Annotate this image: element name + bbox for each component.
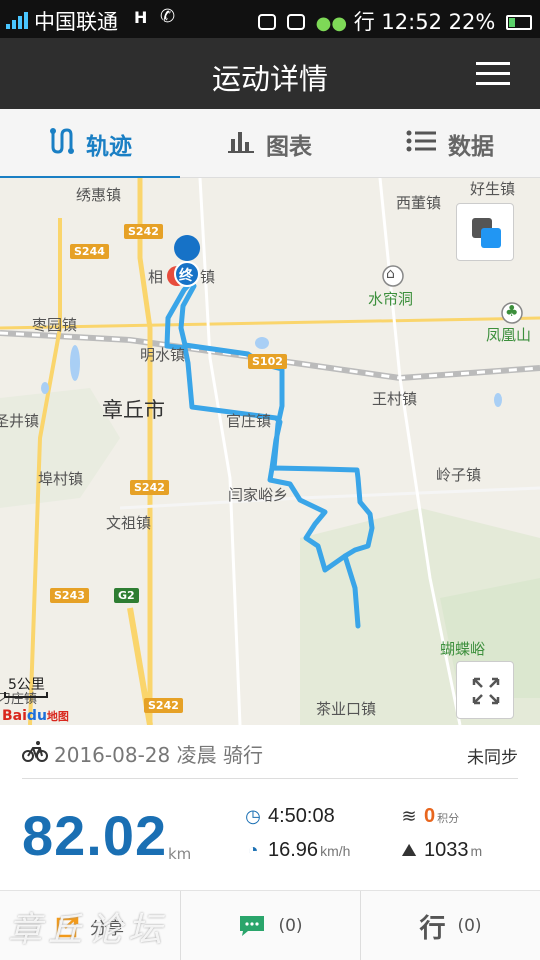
- watermark-logo: 章丘论坛: [8, 910, 168, 950]
- total-distance: 82.02: [22, 804, 168, 867]
- museum-icon: ⌂: [386, 266, 395, 282]
- speed-unit: km/h: [320, 843, 351, 859]
- app-header: 运动详情: [0, 38, 540, 109]
- speed-stat: ◔ 16.96 km/h: [242, 839, 351, 862]
- map-label: 茶业口镇: [316, 700, 377, 718]
- points-unit: 积分: [437, 813, 460, 825]
- map-label: 岭子镇: [436, 466, 482, 484]
- tab-track[interactable]: 轨迹: [0, 109, 180, 179]
- map-label: 圣井镇: [0, 412, 40, 430]
- tab-track-label: 轨迹: [86, 133, 132, 160]
- map-label: 好生镇: [470, 180, 516, 198]
- speedometer-icon: ◔: [247, 840, 259, 860]
- signal-icon: [6, 11, 30, 29]
- road-badge: S242: [124, 224, 163, 239]
- battery-percent: 22%: [448, 10, 496, 34]
- map-scale-bar: [4, 692, 48, 698]
- distance-unit: km: [168, 845, 192, 863]
- nfc-icon: ✆: [160, 6, 176, 27]
- status-extra: 行: [353, 10, 375, 34]
- tab-data-label: 数据: [448, 133, 494, 160]
- map-scale-label: 5公里: [8, 677, 45, 693]
- map-label: 绣惠镇: [76, 186, 122, 204]
- map-label: 凤凰山: [486, 326, 532, 344]
- fullscreen-button[interactable]: [456, 661, 514, 719]
- elevation-unit: m: [470, 843, 483, 859]
- route-map[interactable]: 终 ⌂ ♣ 绣惠镇 西董镇 好生镇 相 镇 水帘洞 凤凰山 枣园镇 明水镇 章丘…: [0, 178, 540, 725]
- road-badge: G2: [114, 588, 139, 603]
- end-marker-label: 终: [179, 268, 193, 284]
- tab-chart-label: 图表: [266, 133, 312, 160]
- like-count: (0): [457, 916, 482, 936]
- like-icon: 行: [419, 913, 446, 944]
- map-label: 相: [148, 268, 164, 286]
- tab-data[interactable]: 数据: [360, 109, 540, 178]
- page-title: 运动详情: [211, 62, 328, 96]
- list-icon: [406, 130, 436, 158]
- map-label: 西董镇: [396, 194, 442, 212]
- comment-button[interactable]: (0): [180, 891, 360, 960]
- activity-date: 2016-08-28 凌晨 骑行: [54, 743, 263, 767]
- tree-icon: ♣: [505, 302, 519, 320]
- clock: 12:52: [381, 10, 442, 34]
- map-label: 枣园镇: [32, 316, 78, 334]
- map-label: 镇: [200, 268, 216, 286]
- mountain-icon: ⛰: [401, 840, 417, 860]
- wechat-icon: ●●: [315, 13, 348, 34]
- status-right: ●● 行 12:52 22%: [258, 6, 532, 36]
- fullscreen-icon: [472, 677, 500, 705]
- track-icon: [48, 127, 74, 161]
- battery-icon: [506, 15, 532, 30]
- hamburger-menu-icon[interactable]: [476, 62, 510, 86]
- tab-chart[interactable]: 图表: [180, 109, 360, 178]
- comment-count: (0): [278, 916, 303, 936]
- points-value: 0: [424, 805, 436, 827]
- clock-icon: ◷: [245, 806, 261, 826]
- status-bar: 中国联通 H ✆ ●● 行 12:52 22%: [0, 0, 540, 38]
- duration-stat: ◷ 4:50:08: [242, 805, 335, 828]
- network-type: H: [134, 8, 148, 27]
- carrier-name: 中国联通: [34, 10, 118, 34]
- duration-value: 4:50:08: [268, 805, 335, 827]
- bar-chart-icon: [228, 129, 254, 159]
- map-label: 闫家峪乡: [228, 486, 289, 504]
- road-badge: S243: [50, 588, 89, 603]
- road-badge: S242: [144, 698, 183, 713]
- road-badge: S242: [130, 480, 169, 495]
- bicycle-icon: [22, 741, 48, 762]
- map-label: 文祖镇: [106, 514, 152, 532]
- image-icon: [286, 14, 305, 30]
- divider: [22, 778, 518, 779]
- baidu-logo: Baidu地图: [2, 708, 69, 724]
- map-label: 官庄镇: [226, 412, 272, 430]
- map-label: 水帘洞: [368, 290, 414, 308]
- like-button[interactable]: 行 (0): [360, 891, 540, 960]
- points-stat: ≋ 0 积分: [398, 805, 459, 828]
- road-badge: S244: [70, 244, 109, 259]
- map-label: 明水镇: [140, 346, 186, 364]
- message-icon: [258, 14, 277, 30]
- map-label: 蝴蝶峪: [440, 640, 486, 658]
- road-badge: S102: [248, 354, 287, 369]
- map-label: 王村镇: [372, 390, 418, 408]
- speed-value: 16.96: [268, 839, 319, 861]
- map-label: 埠村镇: [38, 470, 84, 488]
- activity-summary: 2016-08-28 凌晨 骑行 未同步 82.02 km ◷ 4:50:08 ≋…: [0, 725, 540, 890]
- tab-bar: 轨迹 图表 数据: [0, 109, 540, 179]
- elevation-stat: ⛰ 1033 m: [398, 839, 482, 862]
- layer-toggle-button[interactable]: [456, 203, 514, 261]
- sync-status[interactable]: 未同步: [467, 743, 518, 768]
- map-label-city: 章丘市: [102, 398, 165, 422]
- coins-icon: ≋: [401, 806, 417, 826]
- comment-icon: [240, 916, 265, 936]
- layers-icon: [472, 218, 501, 248]
- elevation-value: 1033: [424, 839, 469, 861]
